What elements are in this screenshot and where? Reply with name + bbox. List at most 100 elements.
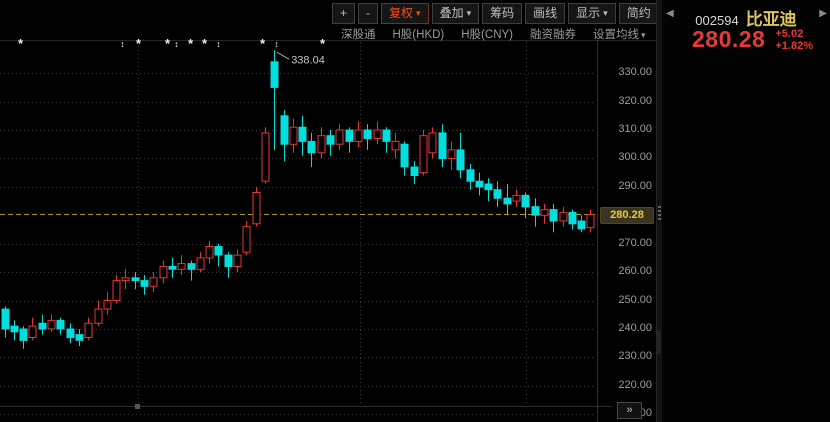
candle[interactable] (150, 272, 157, 292)
candle[interactable] (132, 272, 139, 289)
candle[interactable] (448, 141, 455, 169)
candle[interactable] (206, 241, 213, 264)
candle[interactable] (587, 210, 594, 233)
candle[interactable] (318, 127, 325, 158)
candle[interactable] (560, 207, 567, 227)
candle[interactable] (550, 204, 557, 232)
candle[interactable] (299, 116, 306, 156)
candle[interactable] (467, 164, 474, 190)
event-updown-icon[interactable]: ↕ (118, 39, 127, 50)
candle[interactable] (104, 292, 111, 315)
candle[interactable] (401, 141, 408, 175)
candle[interactable] (494, 181, 501, 207)
price-axis: 280.28 330.00320.00310.00300.00290.00270… (597, 40, 657, 422)
candle[interactable] (374, 122, 381, 145)
caret-down-icon: ▾ (467, 8, 472, 18)
candle[interactable] (420, 130, 427, 176)
event-updown-icon[interactable]: ↕ (272, 39, 281, 50)
candle[interactable] (457, 133, 464, 178)
event-star-icon[interactable]: * (200, 39, 209, 49)
candle[interactable] (429, 127, 436, 158)
candle[interactable] (253, 187, 260, 227)
candle[interactable] (243, 221, 250, 255)
caret-down-icon: ▾ (416, 8, 421, 18)
event-star-icon[interactable]: * (16, 39, 25, 49)
candle[interactable] (327, 130, 334, 156)
candle[interactable] (532, 198, 539, 226)
candle[interactable] (29, 318, 36, 341)
divider-collapse-icon[interactable] (657, 330, 661, 354)
candle[interactable] (141, 275, 148, 295)
prev-stock-arrow-icon[interactable]: ◀ (666, 8, 674, 19)
y-axis-tick: 240.00 (618, 322, 652, 334)
candle[interactable] (95, 301, 102, 327)
candle[interactable] (569, 210, 576, 230)
candle[interactable] (169, 258, 176, 278)
event-star-icon[interactable]: * (134, 39, 143, 49)
divider-grip-icon[interactable] (658, 206, 661, 220)
event-star-icon[interactable]: * (186, 39, 195, 49)
candle[interactable] (271, 50, 278, 150)
h-share-cny-link[interactable]: H股(CNY) (461, 26, 513, 42)
candle[interactable] (513, 190, 520, 207)
candle[interactable] (85, 318, 92, 341)
candle[interactable] (262, 127, 269, 184)
y-axis-tick: 330.00 (618, 66, 652, 78)
candle[interactable] (215, 244, 222, 267)
draw-line-button[interactable]: 画线 (525, 3, 565, 24)
candle[interactable] (225, 252, 232, 278)
candle[interactable] (160, 261, 167, 284)
candle[interactable] (178, 255, 185, 275)
candle[interactable] (234, 249, 241, 272)
event-updown-icon[interactable]: ↕ (214, 39, 223, 50)
display-button[interactable]: 显示▾ (568, 3, 616, 24)
candle[interactable] (281, 110, 288, 161)
candle[interactable] (336, 124, 343, 150)
event-star-icon[interactable]: * (258, 39, 267, 49)
overlay-button[interactable]: 叠加▾ (432, 3, 480, 24)
candle[interactable] (392, 133, 399, 159)
candle[interactable] (76, 329, 83, 346)
candle[interactable] (504, 184, 511, 215)
candle[interactable] (308, 133, 315, 167)
event-updown-icon[interactable]: ↕ (172, 39, 181, 50)
candle[interactable] (383, 127, 390, 153)
adjust-price-button[interactable]: 复权▾ (381, 3, 429, 24)
next-stock-arrow-icon[interactable]: ▶ (819, 8, 827, 19)
candle[interactable] (57, 318, 64, 335)
candle[interactable] (364, 124, 371, 150)
sz-connect-link[interactable]: 深股通 (341, 26, 376, 42)
candle[interactable] (48, 315, 55, 332)
candle[interactable] (113, 275, 120, 303)
event-star-icon[interactable]: * (318, 39, 327, 49)
candle[interactable] (122, 269, 129, 289)
candle[interactable] (411, 161, 418, 184)
candle[interactable] (20, 326, 27, 349)
margin-trading-link[interactable]: 融资融券 (530, 26, 576, 42)
quote-panel: ◀ ▶ 002594 比亚迪 280.28 +5.02 +1.82% 交易状态 … (662, 0, 830, 422)
event-star-icon[interactable]: * (163, 39, 172, 49)
candle[interactable] (541, 204, 548, 224)
candle[interactable] (485, 178, 492, 201)
candle[interactable] (578, 215, 585, 232)
candle[interactable] (67, 323, 74, 343)
candle[interactable] (197, 252, 204, 272)
scroll-more-button[interactable]: » (617, 402, 642, 419)
zoom-in-button[interactable]: + (332, 3, 355, 24)
candle[interactable] (476, 173, 483, 196)
y-axis-tick: 230.00 (618, 350, 652, 362)
candle[interactable] (188, 261, 195, 281)
candle[interactable] (355, 122, 362, 148)
chips-button[interactable]: 筹码 (482, 3, 522, 24)
h-share-hkd-link[interactable]: H股(HKD) (393, 26, 445, 42)
zoom-out-button[interactable]: - (358, 3, 378, 24)
candle[interactable] (346, 127, 353, 153)
candle[interactable] (2, 306, 9, 337)
stock-app-window: 338.04 +-复权▾叠加▾筹码画线显示▾简约隐藏» 深股通H股(HKD)H股… (0, 0, 830, 422)
candlestick-chart[interactable]: 338.04 (0, 0, 656, 422)
simple-mode-button[interactable]: 简约 (619, 3, 659, 24)
candle[interactable] (290, 119, 297, 153)
candle[interactable] (11, 320, 18, 340)
candle[interactable] (39, 315, 46, 335)
y-axis-tick: 290.00 (618, 180, 652, 192)
